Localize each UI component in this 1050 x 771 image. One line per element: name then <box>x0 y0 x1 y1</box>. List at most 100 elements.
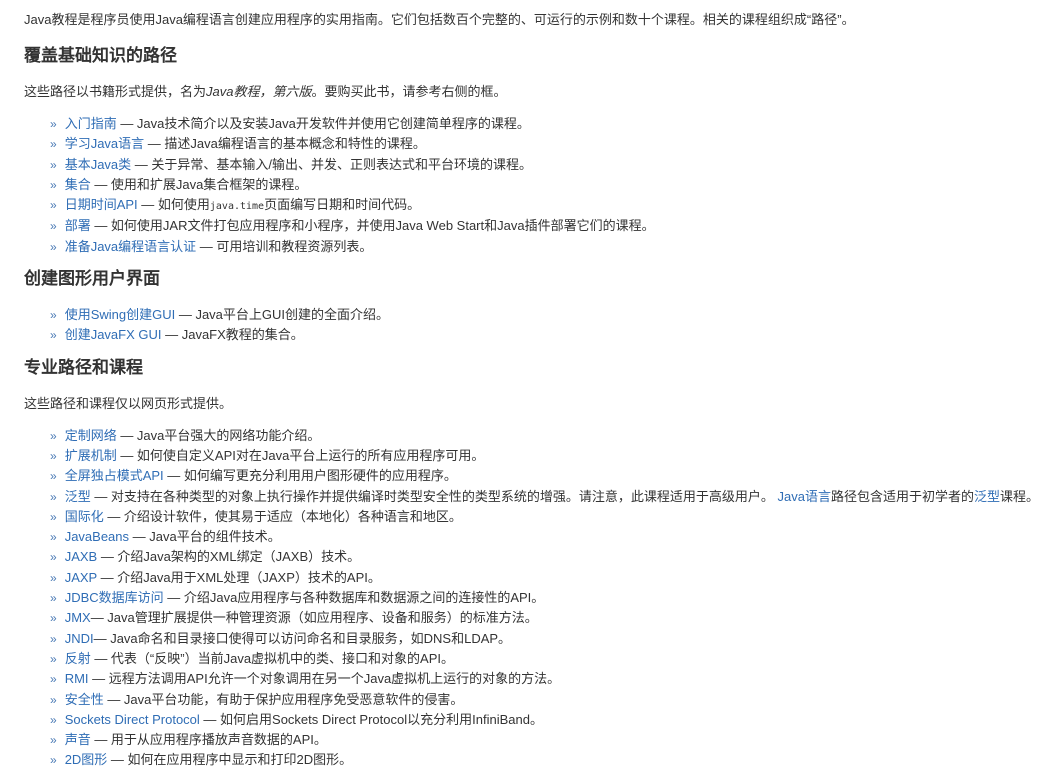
list-item: » JDBC数据库访问 — 介绍Java应用程序与各种数据库和数据源之间的连接性的… <box>50 588 1026 608</box>
bullet-icon: » <box>50 117 57 131</box>
lead-text: 。要购买此书，请参考右侧的框。 <box>311 84 507 99</box>
list-item: » 全屏独占模式API — 如何编写更充分利用用户图形硬件的应用程序。 <box>50 466 1026 486</box>
bullet-icon: » <box>50 137 57 152</box>
list-item: » 准备Java编程语言认证 — 可用培训和教程资源列表。 <box>50 237 1026 257</box>
trail-link[interactable]: 全屏独占模式API <box>65 468 164 483</box>
trail-desc: — 如何在应用程序中显示和打印2D图形。 <box>107 752 353 768</box>
trail-desc: 页面编写日期和时间代码。 <box>264 197 421 213</box>
bullet-icon: » <box>50 157 57 172</box>
bullet-icon: » <box>50 651 57 666</box>
bullet-icon: » <box>50 733 57 748</box>
list-item: » JMX— Java管理扩展提供一种管理资源（如应用程序、设备和服务）的标准方法… <box>50 608 1026 628</box>
bullet-icon: » <box>50 611 57 626</box>
trail-link[interactable]: 泛型 <box>974 489 1000 504</box>
trail-desc: — Java平台上GUI创建的全面介绍。 <box>175 307 390 323</box>
trail-desc: — 关于异常、基本输入/输出、并发、正则表达式和平台环境的课程。 <box>131 156 532 172</box>
section-lead-specialized: 这些路径和课程仅以网页形式提供。 <box>24 395 233 411</box>
trail-link[interactable]: JavaBeans <box>65 529 129 544</box>
trail-list-basics: » 入门指南 — Java技术简介以及安装Java开发软件并使用它创建简单程序的课… <box>24 114 1026 257</box>
bullet-icon: » <box>50 219 57 234</box>
trail-link[interactable]: 声音 <box>65 732 91 747</box>
trail-link[interactable]: JAXB <box>65 549 98 564</box>
section-lead-basics: 这些路径以书籍形式提供，名为Java教程，第六版。要购买此书，请参考右侧的框。 <box>24 82 1026 102</box>
list-item: » 2D图形 — 如何在应用程序中显示和打印2D图形。 <box>50 750 1026 770</box>
trail-desc: — 用于从应用程序播放声音数据的API。 <box>90 732 327 748</box>
trail-list-specialized: » 定制网络 — Java平台强大的网络功能介绍。 » 扩展机制 — 如何使自定义A… <box>24 426 1039 771</box>
trail-desc: 课程。 <box>1000 488 1040 504</box>
lead-text: 这些路径以书籍形式提供，名为 <box>24 84 207 99</box>
book-title: Java教程，第六版 <box>206 84 312 99</box>
trail-desc: — 如何使自定义API对在Java平台上运行的所有应用程序可用。 <box>116 447 485 463</box>
list-item: » JAXP — 介绍Java用于XML处理（JAXP）技术的API。 <box>50 568 1026 588</box>
intro-text: Java教程是程序员使用Java编程语言创建应用程序的实用指南。它们包括数百个完… <box>24 12 855 27</box>
section-title-gui: 创建图形用户界面 <box>24 269 160 289</box>
code-snippet: java.time <box>209 201 265 213</box>
trail-desc: — 介绍Java应用程序与各种数据库和数据源之间的连接性的API。 <box>163 590 545 606</box>
trail-desc: — 介绍Java架构的XML绑定（JAXB）技术。 <box>97 549 361 565</box>
trail-link[interactable]: JMX <box>65 610 91 625</box>
list-item: » Sockets Direct Protocol — 如何启用Sockets D… <box>50 710 1026 730</box>
list-item: » 安全性 — Java平台功能，有助于保护应用程序免受恶意软件的侵害。 <box>50 690 1026 710</box>
list-item: » 集合 — 使用和扩展Java集合框架的课程。 <box>50 175 1026 195</box>
trail-link[interactable]: JDBC数据库访问 <box>65 590 164 605</box>
bullet-icon: » <box>50 631 57 646</box>
trail-link[interactable]: 国际化 <box>65 509 104 524</box>
trail-link[interactable]: Java语言 <box>778 489 831 504</box>
bullet-icon: » <box>50 469 57 484</box>
trail-desc: — Java技术简介以及安装Java开发软件并使用它创建简单程序的课程。 <box>116 116 530 131</box>
list-item: » 泛型 — 对支持在各种类型的对象上执行操作并提供编译时类型安全性的类型系统的增… <box>50 487 1039 507</box>
list-item: » 创建JavaFX GUI — JavaFX教程的集合。 <box>50 325 1026 345</box>
bullet-icon: » <box>50 328 57 343</box>
trail-link[interactable]: 使用Swing创建GUI <box>65 307 176 322</box>
bullet-icon: » <box>50 692 57 707</box>
trail-link[interactable]: 学习Java语言 <box>65 136 144 151</box>
bullet-icon: » <box>50 591 57 606</box>
list-item: » JavaBeans — Java平台的组件技术。 <box>50 527 1026 547</box>
bullet-icon: » <box>50 570 57 585</box>
trail-desc: — Java平台强大的网络功能介绍。 <box>116 427 321 443</box>
bullet-icon: » <box>50 308 57 323</box>
list-item: » 扩展机制 — 如何使自定义API对在Java平台上运行的所有应用程序可用。 <box>50 446 1026 466</box>
trail-link[interactable]: 部署 <box>65 218 91 233</box>
trail-link[interactable]: 定制网络 <box>65 428 117 443</box>
bullet-icon: » <box>50 177 57 192</box>
trail-desc: — 介绍设计软件，使其易于适应（本地化）各种语言和地区。 <box>103 508 462 524</box>
bullet-icon: » <box>50 712 57 727</box>
trail-link[interactable]: 日期时间API <box>65 197 138 212</box>
trail-desc: — 远程方法调用API允许一个对象调用在另一个Java虚拟机上运行的对象的方法。 <box>88 671 561 687</box>
trail-link[interactable]: JAXP <box>65 570 97 585</box>
list-item: » JNDI— Java命名和目录接口使得可以访问命名和目录服务，如DNS和LDA… <box>50 629 1026 649</box>
trail-link[interactable]: RMI <box>65 671 89 686</box>
trail-desc: — Java平台功能，有助于保护应用程序免受恶意软件的侵害。 <box>103 691 464 707</box>
trail-link[interactable]: 2D图形 <box>65 752 108 767</box>
trail-desc: — 对支持在各种类型的对象上执行操作并提供编译时类型安全性的类型系统的增强。请注… <box>90 488 778 504</box>
trail-desc: — 如何编写更充分利用用户图形硬件的应用程序。 <box>163 468 457 484</box>
list-item: » 声音 — 用于从应用程序播放声音数据的API。 <box>50 730 1026 750</box>
list-item: » 国际化 — 介绍设计软件，使其易于适应（本地化）各种语言和地区。 <box>50 507 1026 527</box>
trail-link[interactable]: Sockets Direct Protocol <box>65 712 200 727</box>
bullet-icon: » <box>50 428 57 443</box>
bullet-icon: » <box>50 509 57 524</box>
section-title-basics: 覆盖基础知识的路径 <box>24 46 177 65</box>
trail-link[interactable]: 集合 <box>65 177 91 192</box>
trail-desc: — 可用培训和教程资源列表。 <box>196 238 373 254</box>
trail-link[interactable]: 扩展机制 <box>65 448 117 463</box>
trail-desc: — 如何使用 <box>137 197 210 213</box>
trail-desc: — Java命名和目录接口使得可以访问命名和目录服务，如DNS和LDAP。 <box>93 630 512 646</box>
trail-list-gui: » 使用Swing创建GUI — Java平台上GUI创建的全面介绍。 » 创建Ja… <box>24 305 1026 346</box>
trail-link[interactable]: JNDI <box>65 631 94 646</box>
trail-link[interactable]: 准备Java编程语言认证 <box>65 239 196 254</box>
trail-link[interactable]: 创建JavaFX GUI <box>65 327 162 342</box>
section-title-specialized: 专业路径和课程 <box>24 357 143 377</box>
trail-link[interactable]: 泛型 <box>65 489 91 504</box>
trail-link[interactable]: 入门指南 <box>65 116 117 131</box>
trail-link[interactable]: 基本Java类 <box>65 157 131 172</box>
list-item: » 基本Java类 — 关于异常、基本输入/输出、并发、正则表达式和平台环境的课程… <box>50 155 1026 175</box>
trail-link[interactable]: 安全性 <box>65 692 104 707</box>
bullet-icon: » <box>50 550 57 565</box>
list-item: » 定制网络 — Java平台强大的网络功能介绍。 <box>50 426 1026 446</box>
trail-link[interactable]: 反射 <box>65 651 91 666</box>
list-item: » 入门指南 — Java技术简介以及安装Java开发软件并使用它创建简单程序的课… <box>50 114 1026 134</box>
trail-desc: — 描述Java编程语言的基本概念和特性的课程。 <box>144 136 426 152</box>
bullet-icon: » <box>50 530 57 545</box>
